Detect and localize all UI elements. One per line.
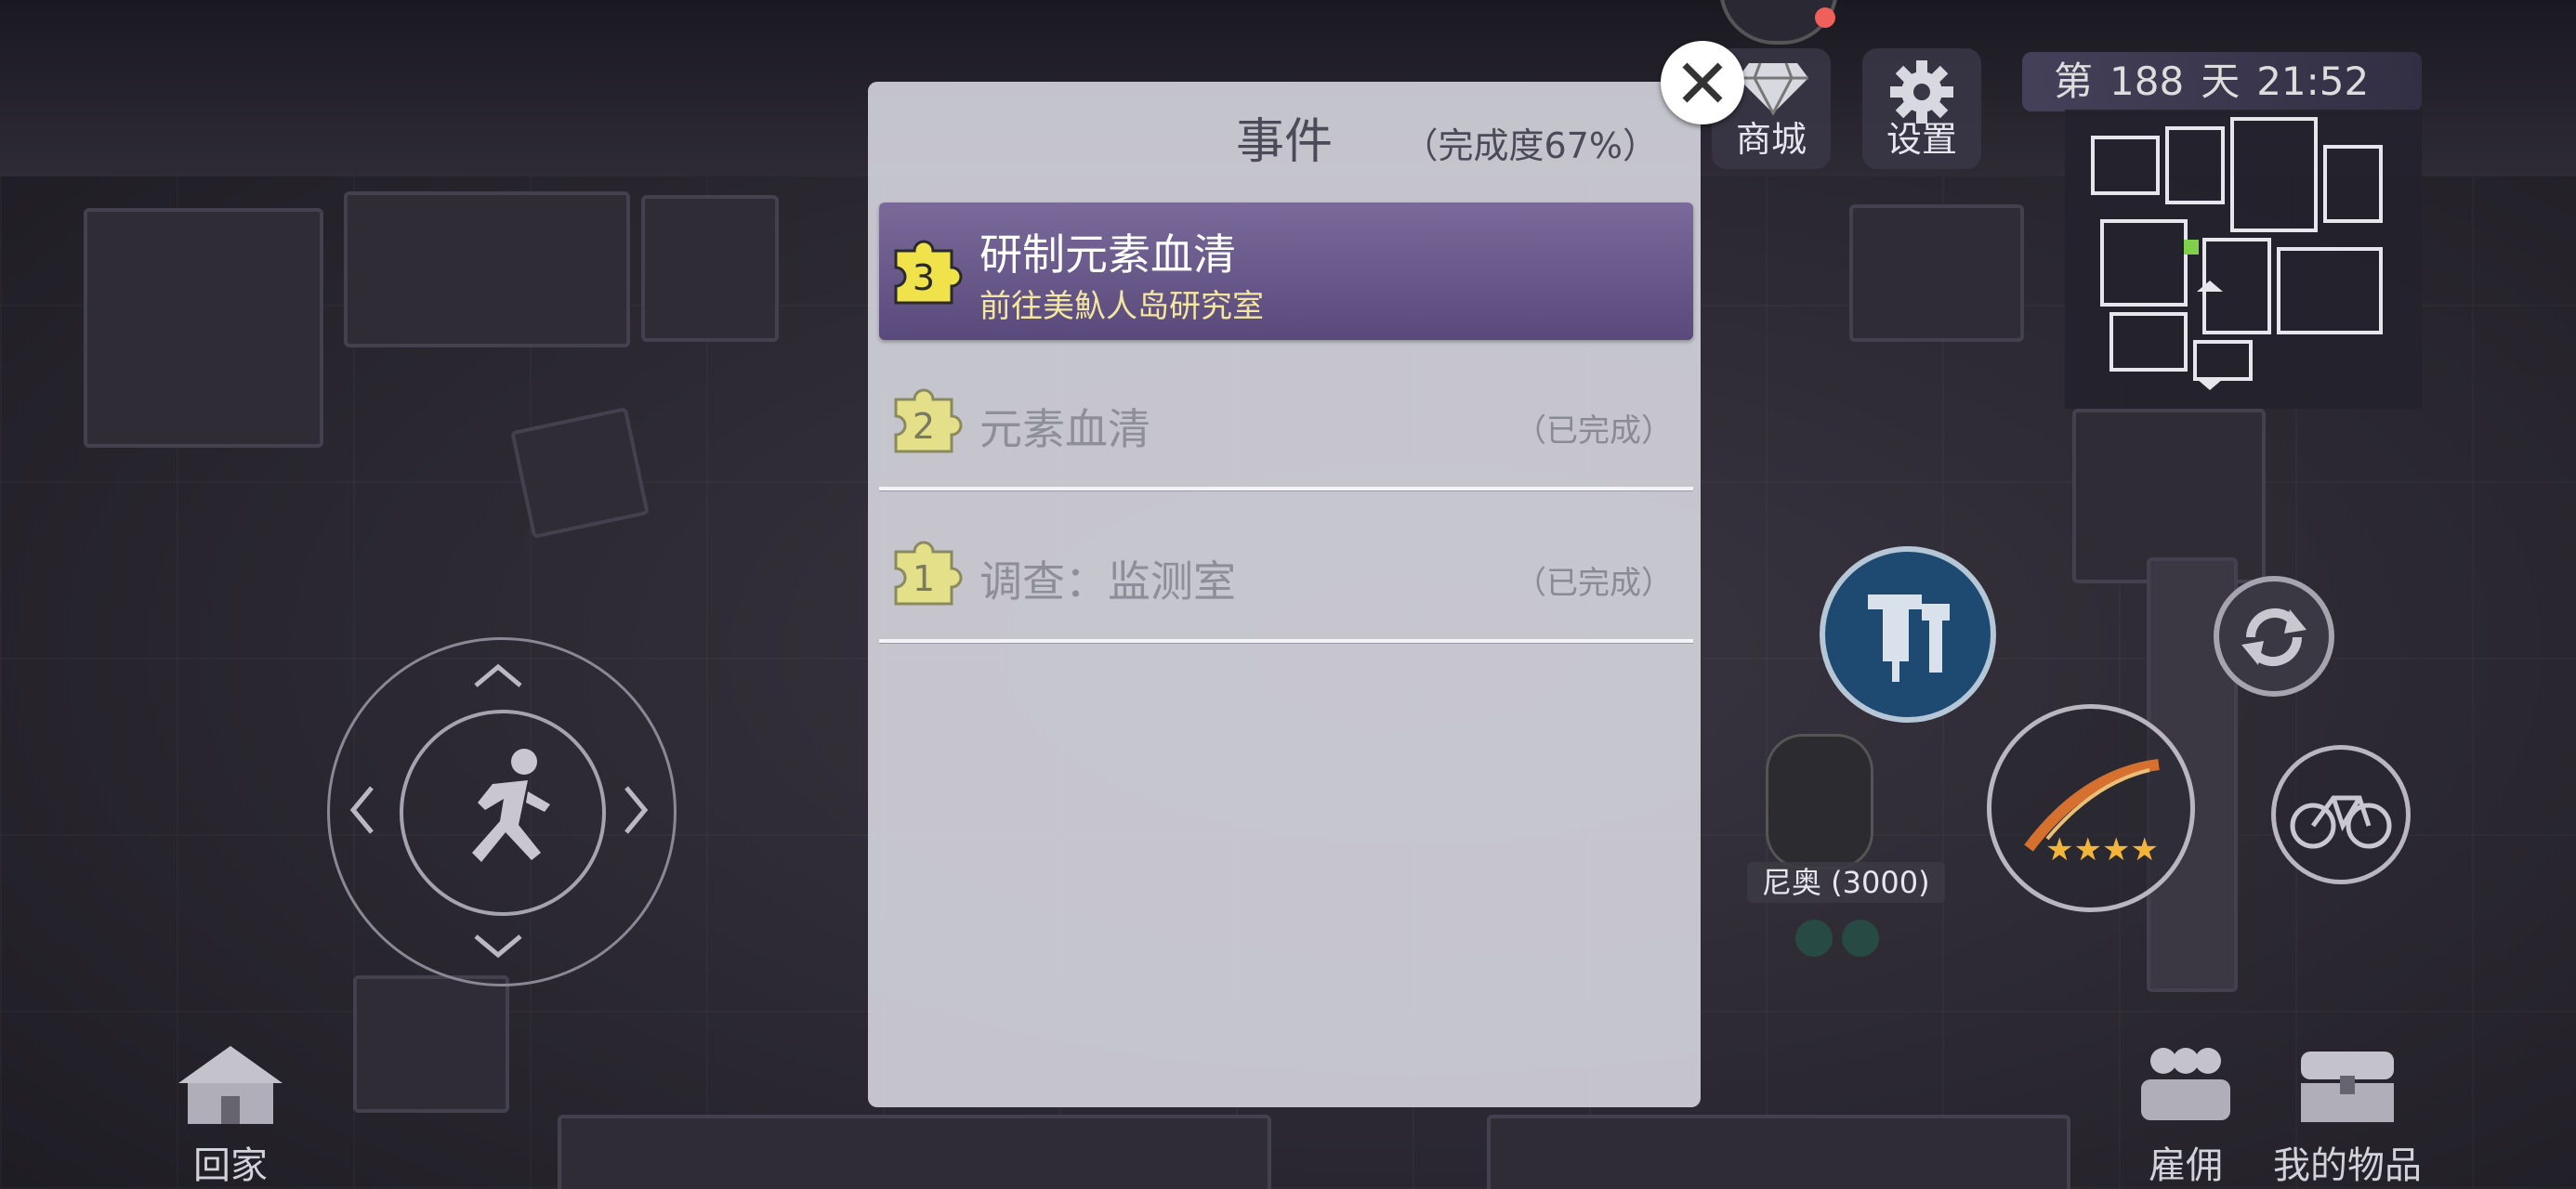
close-icon <box>1682 62 1723 103</box>
vehicle-button[interactable] <box>2271 745 2411 884</box>
day-number: 188 <box>2109 59 2185 104</box>
status-icon <box>1842 920 1879 957</box>
event-row[interactable]: 1 调查：监测室 （已完成） <box>879 535 1693 628</box>
chevron-up-icon[interactable] <box>470 661 526 689</box>
shelf-furniture <box>84 208 323 448</box>
team-icon <box>2141 1048 2230 1120</box>
floor-grate <box>1487 1115 2070 1189</box>
swap-button[interactable] <box>2214 576 2334 697</box>
puzzle-piece-icon: 1 <box>894 541 963 606</box>
bicycle-icon <box>2290 795 2392 849</box>
row-divider <box>879 487 1693 491</box>
alert-dot <box>1815 7 1835 28</box>
hire-label: 雇佣 <box>2149 1144 2223 1187</box>
scattered-paper <box>510 406 650 540</box>
inventory-label: 我的物品 <box>2273 1144 2422 1187</box>
attack-button[interactable]: ★★★★ <box>1987 704 2195 912</box>
weapon-stars: ★★★★ <box>2045 831 2159 869</box>
event-title: 研制元素血清 <box>979 229 1236 280</box>
refresh-icon <box>2241 608 2307 667</box>
day-suffix: 天 <box>2201 59 2241 104</box>
svg-text:1: 1 <box>913 558 935 599</box>
hire-button[interactable]: 雇佣 <box>2121 1042 2251 1189</box>
event-subtitle: 前往美魞人岛研究室 <box>979 288 1264 325</box>
day-prefix: 第 <box>2054 59 2094 104</box>
syringe-wrench-icon <box>1868 594 1950 682</box>
machine-furniture <box>344 191 630 347</box>
event-status: （已完成） <box>1515 412 1673 450</box>
event-status: （已完成） <box>1515 565 1673 602</box>
player-marker <box>2184 240 2199 255</box>
floor-grate-left <box>558 1115 1271 1189</box>
completion-progress: （完成度67%） <box>1402 125 1658 166</box>
minimap-layout <box>2091 117 2383 390</box>
status-icon <box>1795 920 1833 957</box>
cabinet-furniture <box>641 195 779 342</box>
inventory-button[interactable]: 我的物品 <box>2254 1042 2440 1189</box>
puzzle-piece-icon: 2 <box>894 388 963 453</box>
star-icon: ★ <box>2130 831 2159 869</box>
svg-text:3: 3 <box>913 257 935 298</box>
chevron-right-icon[interactable] <box>623 782 651 838</box>
house-icon <box>178 1046 283 1124</box>
chest-icon <box>2301 1052 2394 1122</box>
settings-label: 设置 <box>1886 119 1957 160</box>
bookshelf-furniture <box>353 975 509 1113</box>
puzzle-piece-icon: 3 <box>894 240 963 305</box>
row-divider <box>879 639 1693 644</box>
svg-text:2: 2 <box>913 406 935 447</box>
craft-button[interactable] <box>1820 546 1996 723</box>
star-icon: ★ <box>2045 831 2074 869</box>
chevron-left-icon[interactable] <box>348 782 375 838</box>
home-label: 回家 <box>193 1144 268 1187</box>
event-row[interactable]: 2 元素血清 （已完成） <box>879 383 1693 476</box>
clock-time: 21:52 <box>2256 59 2370 104</box>
diamond-icon <box>1738 62 1808 115</box>
star-icon: ★ <box>2101 831 2131 869</box>
running-man-icon <box>472 749 550 862</box>
event-title: 调查：监测室 <box>979 556 1236 607</box>
event-title: 元素血清 <box>979 404 1150 454</box>
character-name-label: 尼奥 (3000) <box>1747 862 1945 903</box>
settings-button[interactable]: 设置 <box>1862 48 1981 169</box>
run-button[interactable] <box>400 710 606 916</box>
weapon-icon <box>2024 759 2160 852</box>
sofa-furniture <box>1849 204 2024 342</box>
character-sprite[interactable] <box>1766 734 1873 869</box>
home-button[interactable]: 回家 <box>165 1042 296 1189</box>
star-icon: ★ <box>2073 831 2102 869</box>
minimap[interactable] <box>2065 110 2422 409</box>
event-row[interactable]: 3 研制元素血清 前往美魞人岛研究室 <box>879 203 1693 340</box>
day-time-display: 第 188 天 21:52 <box>2022 52 2422 111</box>
close-button[interactable] <box>1661 41 1744 124</box>
chevron-down-icon[interactable] <box>470 933 526 960</box>
